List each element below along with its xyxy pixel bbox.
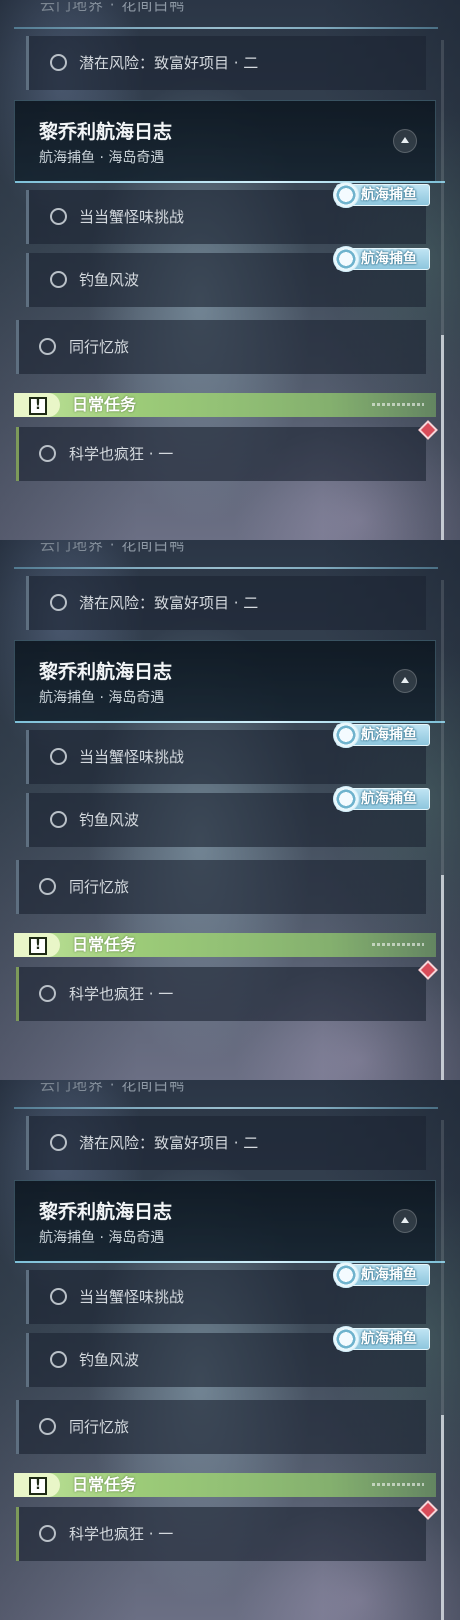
scrollbar-thumb[interactable] (441, 1415, 444, 1620)
quest-status-circle-icon (50, 1134, 67, 1151)
quest-item-label: 钓鱼风波 (79, 271, 140, 289)
daily-quests-section-header[interactable]: 日常任务 (14, 933, 436, 957)
quest-item-travel-memories[interactable]: 同行忆旅 (16, 860, 426, 914)
quest-tag-label: 航海捕鱼 (361, 791, 417, 807)
cut-off-quest-label: 云门地界 · 花间白鸭 (40, 540, 186, 554)
quest-tag-label: 航海捕鱼 (361, 187, 417, 203)
quest-tag-badge: 航海捕鱼 (333, 182, 430, 208)
quest-tag-label: 航海捕鱼 (361, 727, 417, 743)
fishing-swirl-icon (333, 722, 359, 748)
section-divider (14, 1107, 438, 1109)
quest-group-header[interactable]: 黎乔利航海日志 航海捕鱼 · 海岛奇遇 (14, 100, 445, 183)
section-title: 日常任务 (72, 1475, 137, 1494)
chevron-up-icon[interactable] (393, 129, 417, 153)
quest-status-circle-icon (50, 271, 67, 288)
quest-status-circle-icon (39, 1525, 56, 1542)
quest-item-label: 当当蟹怪味挑战 (79, 208, 185, 226)
quest-group-subtitle: 航海捕鱼 · 海岛奇遇 (39, 1230, 165, 1246)
scrollbar[interactable] (441, 580, 444, 1080)
section-title: 日常任务 (72, 935, 137, 954)
quest-status-circle-icon (50, 594, 67, 611)
quest-panel-3: 云门地界 · 花间白鸭 潜在风险：致富好项目 · 二 黎乔利航海日志 航海捕鱼 … (0, 1080, 460, 1620)
scrollbar-thumb[interactable] (441, 875, 444, 1080)
quest-group-header[interactable]: 黎乔利航海日志 航海捕鱼 · 海岛奇遇 (14, 1180, 445, 1263)
quest-status-circle-icon (50, 811, 67, 828)
quest-item-travel-memories[interactable]: 同行忆旅 (16, 320, 426, 374)
quest-status-circle-icon (50, 208, 67, 225)
chevron-up-icon[interactable] (393, 669, 417, 693)
quest-tag-label: 航海捕鱼 (361, 251, 417, 267)
daily-quest-item-science[interactable]: 科学也疯狂 · 一 (16, 427, 426, 481)
quest-status-circle-icon (50, 54, 67, 71)
exclamation-icon (14, 933, 60, 957)
daily-quests-section-header[interactable]: 日常任务 (14, 393, 436, 417)
quest-group-header[interactable]: 黎乔利航海日志 航海捕鱼 · 海岛奇遇 (14, 640, 445, 723)
quest-group-subtitle: 航海捕鱼 · 海岛奇遇 (39, 690, 165, 706)
quest-group-subtitle: 航海捕鱼 · 海岛奇遇 (39, 150, 165, 166)
quest-item-label: 钓鱼风波 (79, 1351, 140, 1369)
quest-item-label: 潜在风险：致富好项目 · 二 (79, 594, 259, 612)
fishing-swirl-icon (333, 786, 359, 812)
quest-group-title: 黎乔利航海日志 (39, 1201, 173, 1223)
quest-tag-label: 航海捕鱼 (361, 1267, 417, 1283)
chevron-up-icon[interactable] (393, 1209, 417, 1233)
quest-item-label: 科学也疯狂 · 一 (69, 1525, 174, 1543)
quest-status-circle-icon (39, 985, 56, 1002)
quest-item-label: 科学也疯狂 · 一 (69, 445, 174, 463)
section-title: 日常任务 (72, 395, 137, 414)
quest-tag-label: 航海捕鱼 (361, 1331, 417, 1347)
daily-quests-section-header[interactable]: 日常任务 (14, 1473, 436, 1497)
quest-item-label: 当当蟹怪味挑战 (79, 748, 185, 766)
fishing-swirl-icon (333, 1262, 359, 1288)
quest-item-label: 同行忆旅 (69, 338, 130, 356)
scrollbar-thumb[interactable] (441, 335, 444, 540)
quest-status-circle-icon (39, 878, 56, 895)
quest-item-travel-memories[interactable]: 同行忆旅 (16, 1400, 426, 1454)
quest-tag-badge: 航海捕鱼 (333, 722, 430, 748)
fishing-swirl-icon (333, 182, 359, 208)
quest-item-label: 同行忆旅 (69, 878, 130, 896)
quest-tag-badge: 航海捕鱼 (333, 246, 430, 272)
quest-tag-badge: 航海捕鱼 (333, 1326, 430, 1352)
quest-status-circle-icon (39, 445, 56, 462)
quest-status-circle-icon (50, 1351, 67, 1368)
quest-tag-badge: 航海捕鱼 (333, 1262, 430, 1288)
quest-item-hidden-risk[interactable]: 潜在风险：致富好项目 · 二 (26, 36, 426, 90)
exclamation-icon (14, 393, 60, 417)
fishing-swirl-icon (333, 1326, 359, 1352)
section-decoration (372, 1483, 424, 1486)
quest-item-hidden-risk[interactable]: 潜在风险：致富好项目 · 二 (26, 1116, 426, 1170)
quest-item-label: 钓鱼风波 (79, 811, 140, 829)
quest-item-label: 同行忆旅 (69, 1418, 130, 1436)
section-decoration (372, 943, 424, 946)
scrollbar[interactable] (441, 40, 444, 540)
quest-item-hidden-risk[interactable]: 潜在风险：致富好项目 · 二 (26, 576, 426, 630)
quest-panel-1: 云门地界 · 花间白鸭 潜在风险：致富好项目 · 二 黎乔利航海日志 航海捕鱼 … (0, 0, 460, 540)
section-divider (14, 567, 438, 569)
quest-item-label: 潜在风险：致富好项目 · 二 (79, 1134, 259, 1152)
daily-quest-item-science[interactable]: 科学也疯狂 · 一 (16, 1507, 426, 1561)
quest-item-label: 潜在风险：致富好项目 · 二 (79, 54, 259, 72)
quest-item-label: 科学也疯狂 · 一 (69, 985, 174, 1003)
quest-item-label: 当当蟹怪味挑战 (79, 1288, 185, 1306)
quest-tag-badge: 航海捕鱼 (333, 786, 430, 812)
section-divider (14, 27, 438, 29)
quest-group-title: 黎乔利航海日志 (39, 121, 173, 143)
quest-panel-2: 云门地界 · 花间白鸭 潜在风险：致富好项目 · 二 黎乔利航海日志 航海捕鱼 … (0, 540, 460, 1080)
quest-status-circle-icon (39, 1418, 56, 1435)
quest-status-circle-icon (39, 338, 56, 355)
quest-status-circle-icon (50, 748, 67, 765)
fishing-swirl-icon (333, 246, 359, 272)
scrollbar[interactable] (441, 1120, 444, 1620)
cut-off-quest-label: 云门地界 · 花间白鸭 (40, 0, 186, 14)
quest-status-circle-icon (50, 1288, 67, 1305)
daily-quest-item-science[interactable]: 科学也疯狂 · 一 (16, 967, 426, 1021)
exclamation-icon (14, 1473, 60, 1497)
quest-group-title: 黎乔利航海日志 (39, 661, 173, 683)
cut-off-quest-label: 云门地界 · 花间白鸭 (40, 1080, 186, 1094)
section-decoration (372, 403, 424, 406)
